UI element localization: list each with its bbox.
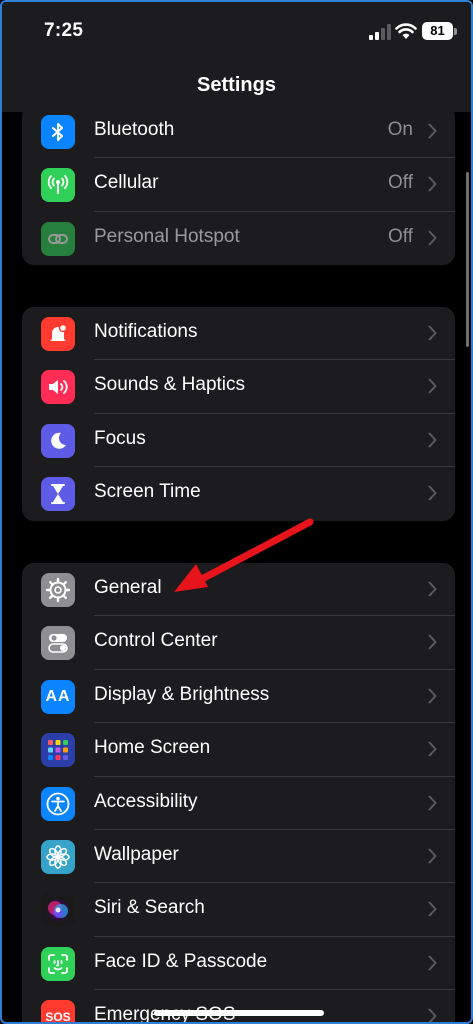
status-bar: 7:25 81 [2, 2, 471, 62]
row-label: Accessibility [94, 790, 198, 812]
moon-icon [41, 423, 75, 458]
settings-row-face-id-passcode[interactable]: Face ID & Passcode [22, 937, 455, 991]
page-title: Settings [197, 74, 276, 96]
scroll-indicator[interactable] [466, 172, 469, 347]
speaker-icon [41, 370, 75, 405]
row-label: General [94, 577, 162, 598]
icon-glyph: AA [45, 687, 71, 705]
home-indicator[interactable] [154, 1010, 324, 1016]
toggles-icon [41, 626, 75, 661]
settings-row-notifications[interactable]: Notifications [22, 307, 455, 361]
bluetooth-icon [41, 115, 75, 149]
chevron-right-icon [428, 123, 437, 139]
gear-icon [41, 573, 75, 607]
settings-row-accessibility[interactable]: Accessibility [22, 777, 455, 830]
app-grid-icon [41, 733, 75, 768]
settings-row-sounds-haptics[interactable]: Sounds & Haptics [22, 360, 455, 414]
row-label: Focus [94, 427, 146, 449]
chevron-right-icon [428, 741, 437, 757]
antenna-icon [41, 168, 75, 203]
notifications-group: Notifications Sounds & Haptics Focus Scr… [22, 307, 455, 521]
row-value: On [387, 119, 413, 140]
settings-row-emergency-sos[interactable]: SOS Emergency SOS [22, 990, 455, 1024]
siri-icon [41, 893, 75, 928]
settings-row-siri-search[interactable]: Siri & Search [22, 883, 455, 937]
chevron-right-icon [428, 688, 437, 704]
settings-row-personal-hotspot[interactable]: Personal Hotspot Off [22, 212, 455, 265]
phone-screen: 7:25 81 Settings Bluetooth On Cellular O… [0, 0, 473, 1024]
row-label: Notifications [94, 321, 198, 342]
text-size-icon: AA [41, 679, 75, 714]
chevron-right-icon [428, 176, 437, 192]
chevron-right-icon [428, 955, 437, 971]
row-label: Personal Hotspot [94, 225, 240, 247]
cellular-signal-icon [369, 24, 391, 40]
red-arrow-annotation [174, 518, 314, 592]
flower-icon [41, 839, 75, 874]
chevron-right-icon [428, 325, 437, 341]
row-label: Siri & Search [94, 897, 205, 919]
settings-row-bluetooth[interactable]: Bluetooth On [22, 112, 455, 159]
row-label: Cellular [94, 172, 159, 194]
row-label: Face ID & Passcode [94, 950, 268, 972]
icon-glyph: SOS [45, 1010, 71, 1024]
row-value: Off [388, 172, 413, 194]
chevron-right-icon [428, 432, 437, 448]
row-label: Home Screen [94, 737, 211, 759]
navigation-bar: Settings [2, 62, 471, 112]
status-time: 7:25 [44, 20, 84, 41]
bell-icon [41, 317, 75, 351]
chevron-right-icon [428, 1008, 437, 1022]
chevron-right-icon [428, 378, 437, 394]
row-label: Sounds & Haptics [94, 374, 246, 396]
settings-row-cellular[interactable]: Cellular Off [22, 158, 455, 212]
chevron-right-icon [428, 581, 437, 597]
settings-row-wallpaper[interactable]: Wallpaper [22, 830, 455, 884]
general-group: General Control Center AA Display & Brig… [22, 563, 455, 1024]
row-label: Control Center [94, 630, 218, 652]
battery-indicator: 81 [422, 22, 453, 40]
settings-row-display-brightness[interactable]: AA Display & Brightness [22, 670, 455, 724]
settings-row-focus[interactable]: Focus [22, 414, 455, 468]
chevron-right-icon [428, 901, 437, 917]
chevron-right-icon [428, 230, 437, 246]
row-label: Bluetooth [94, 119, 175, 140]
hourglass-icon [41, 477, 75, 512]
row-label: Display & Brightness [94, 683, 270, 705]
connectivity-group: Bluetooth On Cellular Off Personal Hotsp… [22, 112, 455, 266]
accessibility-icon [41, 786, 75, 821]
battery-tip [454, 28, 457, 35]
row-label: Wallpaper [94, 843, 179, 865]
chevron-right-icon [428, 795, 437, 811]
row-label: Screen Time [94, 481, 201, 503]
chain-link-icon [41, 221, 75, 256]
face-id-icon [41, 946, 75, 981]
chevron-right-icon [428, 848, 437, 864]
row-value: Off [388, 225, 413, 247]
sos-icon: SOS [41, 1000, 75, 1024]
chevron-right-icon [428, 634, 437, 650]
settings-row-screen-time[interactable]: Screen Time [22, 467, 455, 520]
wifi-icon [395, 23, 417, 39]
settings-row-control-center[interactable]: Control Center [22, 616, 455, 670]
chevron-right-icon [428, 485, 437, 501]
settings-row-home-screen[interactable]: Home Screen [22, 723, 455, 777]
